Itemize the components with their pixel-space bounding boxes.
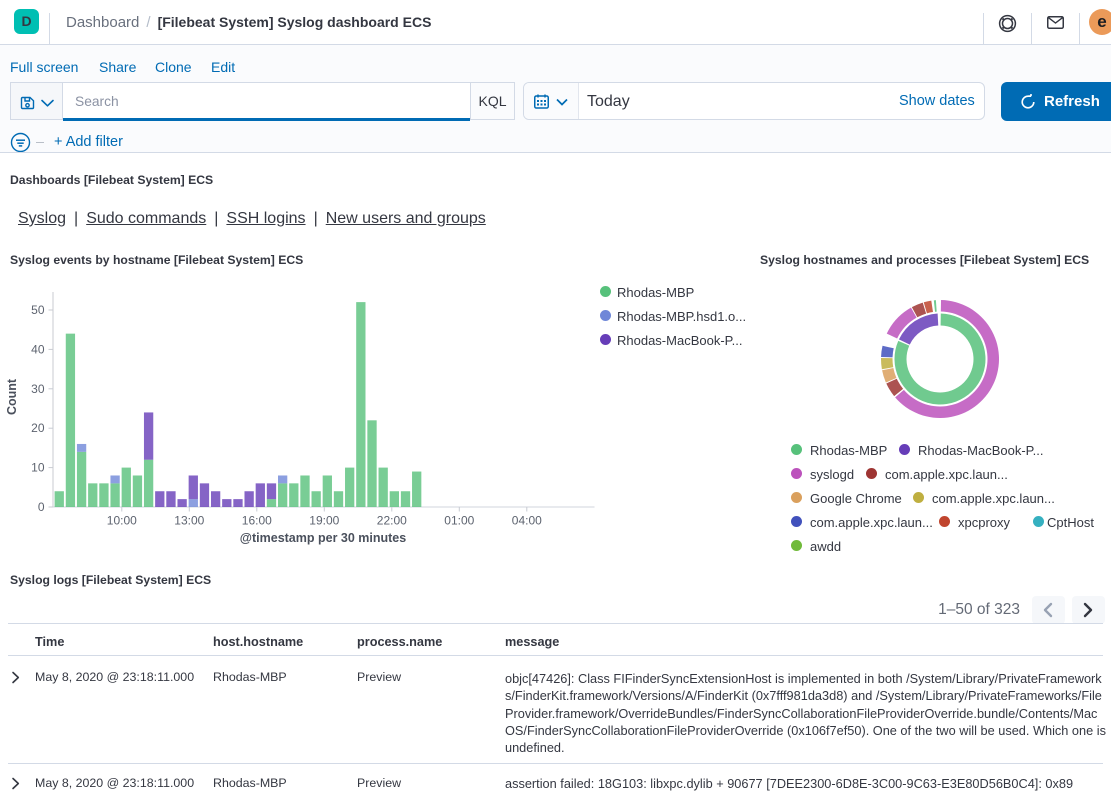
svg-text:10:00: 10:00 <box>107 514 137 528</box>
svg-text:01:00: 01:00 <box>444 514 474 528</box>
svg-text:@timestamp per 30 minutes: @timestamp per 30 minutes <box>240 531 406 545</box>
svg-text:19:00: 19:00 <box>309 514 339 528</box>
svg-text:Count: Count <box>5 378 19 415</box>
svg-text:40: 40 <box>31 342 45 356</box>
svg-text:16:00: 16:00 <box>242 514 272 528</box>
svg-text:22:00: 22:00 <box>377 514 407 528</box>
svg-text:50: 50 <box>31 303 45 317</box>
svg-text:0: 0 <box>38 500 45 514</box>
svg-text:13:00: 13:00 <box>174 514 204 528</box>
svg-text:20: 20 <box>31 421 45 435</box>
svg-text:10: 10 <box>31 461 45 475</box>
svg-text:30: 30 <box>31 382 45 396</box>
svg-text:04:00: 04:00 <box>512 514 542 528</box>
